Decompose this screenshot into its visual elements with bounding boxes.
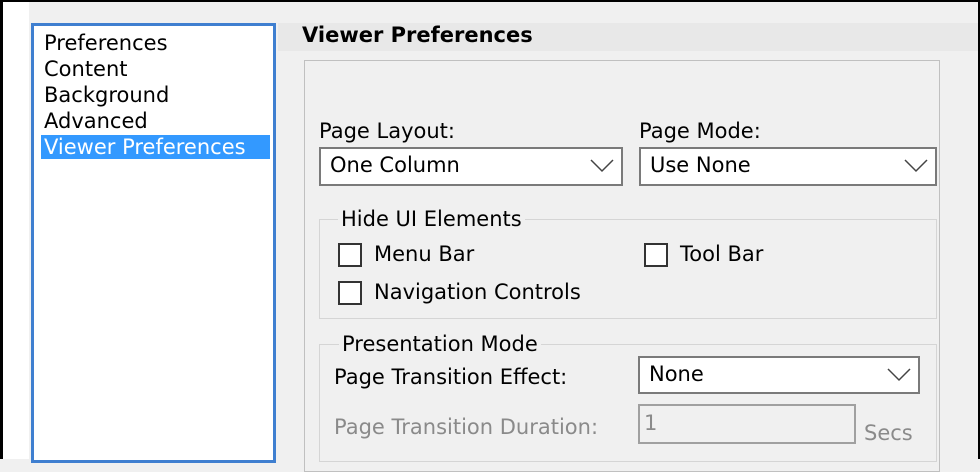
page-layout-select[interactable]: One Column (319, 147, 623, 186)
page-mode-label: Page Mode: (639, 119, 761, 143)
page-mode-select[interactable]: Use None (639, 147, 937, 186)
hide-ui-elements-title: Hide UI Elements (338, 208, 525, 230)
seconds-unit-label: Secs (864, 421, 913, 445)
menu-bar-checkbox[interactable] (338, 243, 362, 267)
chevron-down-icon (904, 159, 928, 173)
presentation-mode-title: Presentation Mode (339, 333, 541, 355)
category-item-content[interactable]: Content (41, 57, 131, 81)
settings-panel: Viewer Preferences Page Layout: One Colu… (278, 23, 978, 472)
navigation-controls-label[interactable]: Navigation Controls (374, 280, 581, 304)
page-transition-duration-label: Page Transition Duration: (334, 415, 599, 439)
category-item-advanced[interactable]: Advanced (41, 109, 151, 133)
page-transition-effect-select[interactable]: None (638, 356, 920, 394)
category-list[interactable]: Preferences Content Background Advanced … (31, 23, 276, 463)
navigation-controls-checkbox[interactable] (338, 281, 362, 305)
tool-bar-label[interactable]: Tool Bar (680, 242, 763, 266)
tool-bar-checkbox[interactable] (644, 243, 668, 267)
presentation-mode-group: Presentation Mode Page Transition Effect… (319, 333, 937, 462)
page-layout-label: Page Layout: (319, 119, 455, 143)
page-transition-duration-input[interactable]: 1 (638, 404, 856, 444)
page-transition-effect-label: Page Transition Effect: (334, 365, 568, 389)
category-item-preferences[interactable]: Preferences (41, 31, 171, 55)
panel-title: Viewer Preferences (302, 23, 533, 47)
content-frame: Page Layout: One Column Page Mode: Use N… (304, 60, 940, 472)
category-item-viewer-preferences[interactable]: Viewer Preferences (41, 135, 270, 159)
left-gutter (3, 2, 29, 459)
page-mode-value: Use None (650, 153, 751, 177)
category-item-background[interactable]: Background (41, 83, 172, 107)
menu-bar-label[interactable]: Menu Bar (374, 242, 474, 266)
page-transition-duration-value: 1 (644, 411, 658, 435)
page-layout-value: One Column (330, 153, 460, 177)
chevron-down-icon (590, 159, 614, 173)
chevron-down-icon (887, 368, 911, 382)
hide-ui-elements-group: Hide UI Elements Menu Bar Tool Bar Navig… (319, 208, 937, 319)
panel-header: Viewer Preferences (278, 23, 978, 51)
page-transition-effect-value: None (649, 362, 704, 386)
